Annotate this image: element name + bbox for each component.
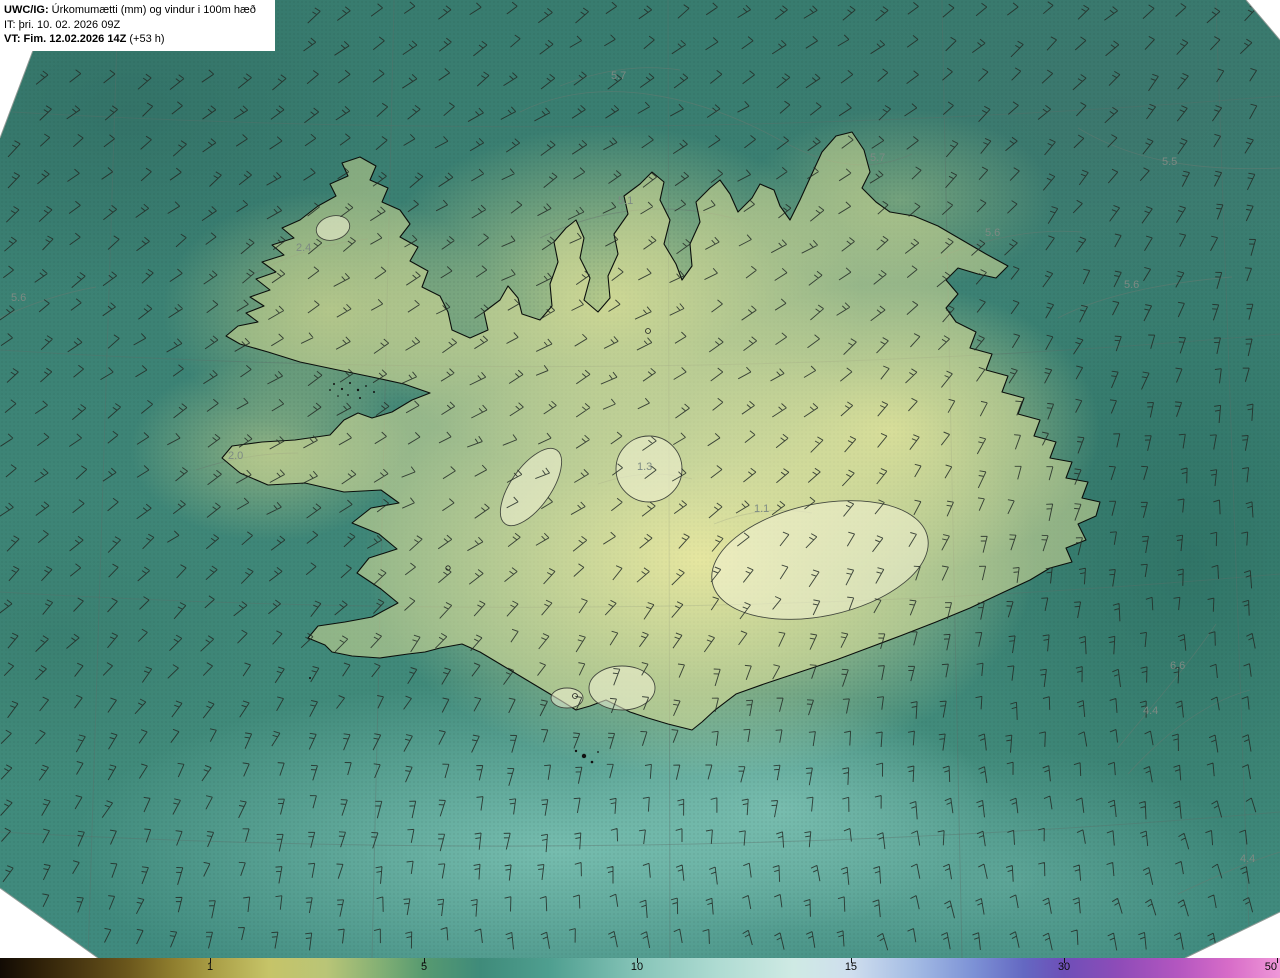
- iceland-coastline: [221, 131, 1101, 731]
- contour-label: 2.0: [228, 450, 243, 462]
- contour-label: 1.3: [637, 461, 652, 473]
- init-time: IT: þri. 10. 02. 2026 09Z: [4, 18, 121, 31]
- weather-forecast-figure: 5.7 5.7 5.5 5.1 2.4 5.6 5.6 5.6 2.0 1.3 1.1 6.6 4.4 4…: [0, 0, 1280, 978]
- product-code: UWC/IG:: [4, 4, 49, 16]
- forecast-map: 5.7 5.7 5.5 5.1 2.4 5.6 5.6 5.6 2.0 1.3 1.1 6.6 4.4 4…: [0, 0, 1280, 958]
- colorbar-tick-label: 5: [421, 961, 428, 973]
- valid-offset: (+53 h): [129, 33, 165, 46]
- contour-label: 5.1: [618, 195, 633, 207]
- contour-label: 1.1: [754, 503, 769, 515]
- map-title: Úrkomumætti (mm) og vindur i 100m hæð: [51, 4, 256, 16]
- contour-label: 4.4: [1240, 853, 1255, 865]
- colorbar-tick-label: 50: [1264, 961, 1278, 973]
- contour-label: 5.5: [1162, 156, 1177, 168]
- colorbar-tick-mark: [1277, 958, 1279, 963]
- contour-label: 2.4: [296, 242, 311, 254]
- contour-label: 5.6: [985, 227, 1000, 239]
- contour-label: 5.7: [870, 152, 885, 164]
- title-line: UWC/IG: Úrkomumætti (mm) og vindur i 100…: [4, 3, 266, 18]
- valid-time-line: VT: Fim. 12.02.2026 14Z (+53 h): [4, 32, 266, 47]
- colorbar-tick-label: 1: [206, 961, 214, 973]
- contour-label: 5.6: [11, 292, 26, 304]
- valid-time: VT: Fim. 12.02.2026 14Z: [4, 33, 127, 46]
- map-overlay: 5.7 5.7 5.5 5.1 2.4 5.6 5.6 5.6 2.0 1.3 1.1 6.6 4.4 4…: [0, 0, 1280, 958]
- colorbar-tick-label: 15: [844, 961, 858, 973]
- colorbar-ticks: 1 5 10 15 30 50: [0, 958, 1280, 978]
- contour-label: 4.4: [1143, 705, 1158, 717]
- colorbar-tick-label: 10: [630, 961, 644, 973]
- colorbar-tick-label: 30: [1057, 961, 1071, 973]
- contour-label: 6.6: [1170, 660, 1185, 672]
- colorbar: 1 5 10 15 30 50: [0, 958, 1280, 978]
- contour-label: 5.7: [611, 70, 626, 82]
- contour-label: 5.6: [1124, 279, 1139, 291]
- title-box: UWC/IG: Úrkomumætti (mm) og vindur i 100…: [0, 0, 275, 52]
